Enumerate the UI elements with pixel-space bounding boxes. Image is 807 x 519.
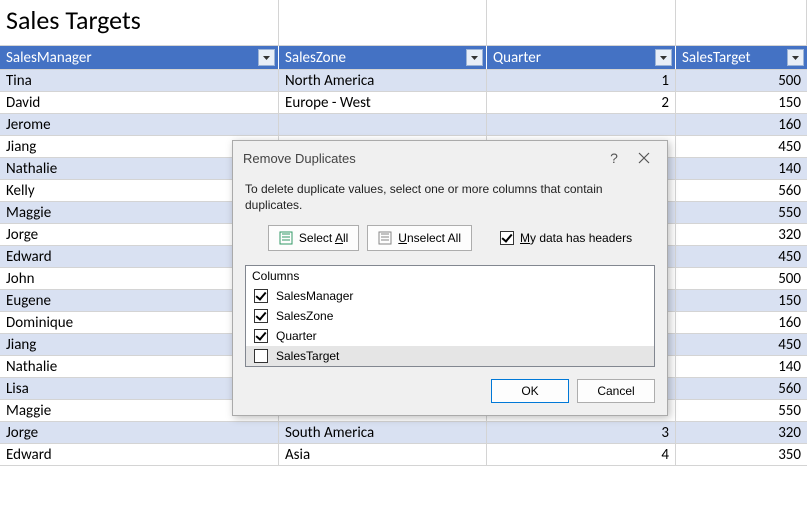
column-label: Quarter xyxy=(276,329,317,343)
dialog-titlebar[interactable]: Remove Duplicates ? xyxy=(233,141,667,175)
cell[interactable]: Tina xyxy=(0,70,279,91)
dialog-toolbar: Select All Unselect All My data has head… xyxy=(245,225,655,251)
cell[interactable]: 140 xyxy=(676,158,807,179)
headers-checkbox-label[interactable]: My data has headers xyxy=(500,231,632,245)
column-checkbox[interactable] xyxy=(254,349,268,363)
page-title: Sales Targets xyxy=(0,0,279,45)
cell[interactable]: 550 xyxy=(676,202,807,223)
cell[interactable]: 3 xyxy=(487,422,676,443)
filter-dropdown-salesmanager[interactable] xyxy=(258,49,275,66)
cell[interactable] xyxy=(279,114,487,135)
remove-duplicates-dialog: Remove Duplicates ? To delete duplicate … xyxy=(232,140,668,416)
column-checkbox[interactable] xyxy=(254,309,268,323)
cell[interactable]: 140 xyxy=(676,356,807,377)
column-checkbox[interactable] xyxy=(254,289,268,303)
header-salestarget: SalesTarget xyxy=(676,46,807,69)
unselect-all-icon xyxy=(378,231,392,245)
cell[interactable]: 450 xyxy=(676,246,807,267)
cell[interactable]: Jorge xyxy=(0,422,279,443)
cell[interactable]: 150 xyxy=(676,290,807,311)
header-quarter: Quarter xyxy=(487,46,676,69)
table-header-row: SalesManager SalesZone Quarter SalesTarg… xyxy=(0,46,807,70)
ok-button[interactable]: OK xyxy=(491,379,569,403)
cell[interactable]: 560 xyxy=(676,180,807,201)
header-saleszone: SalesZone xyxy=(279,46,487,69)
cell[interactable]: Jerome xyxy=(0,114,279,135)
cell[interactable]: 450 xyxy=(676,136,807,157)
cell[interactable]: Europe - West xyxy=(279,92,487,113)
table-row[interactable]: TinaNorth America1500 xyxy=(0,70,807,92)
cell[interactable] xyxy=(487,114,676,135)
cell[interactable]: 1 xyxy=(487,70,676,91)
select-all-icon xyxy=(279,231,293,245)
cell[interactable]: 500 xyxy=(676,70,807,91)
column-item[interactable]: SalesManager xyxy=(246,286,654,306)
filter-dropdown-saleszone[interactable] xyxy=(466,49,483,66)
dialog-footer: OK Cancel xyxy=(233,379,667,415)
cell[interactable]: 4 xyxy=(487,444,676,465)
column-item[interactable]: SalesZone xyxy=(246,306,654,326)
cell[interactable]: South America xyxy=(279,422,487,443)
unselect-all-button[interactable]: Unselect All xyxy=(367,225,472,251)
cancel-button[interactable]: Cancel xyxy=(577,379,655,403)
column-label: SalesTarget xyxy=(276,349,339,363)
dialog-title-text: Remove Duplicates xyxy=(243,151,599,166)
table-row[interactable]: Jerome 160 xyxy=(0,114,807,136)
dialog-description: To delete duplicate values, select one o… xyxy=(245,181,655,213)
cell[interactable]: 2 xyxy=(487,92,676,113)
filter-dropdown-salestarget[interactable] xyxy=(787,49,804,66)
table-row[interactable]: JorgeSouth America3320 xyxy=(0,422,807,444)
cell[interactable]: 320 xyxy=(676,224,807,245)
column-checkbox[interactable] xyxy=(254,329,268,343)
cell[interactable]: 560 xyxy=(676,378,807,399)
headers-checkbox[interactable] xyxy=(500,231,514,245)
cell[interactable]: 550 xyxy=(676,400,807,421)
cell[interactable]: Edward xyxy=(0,444,279,465)
cell[interactable]: 500 xyxy=(676,268,807,289)
close-button[interactable] xyxy=(629,146,659,170)
cell[interactable]: 350 xyxy=(676,444,807,465)
help-button[interactable]: ? xyxy=(599,146,629,170)
column-label: SalesManager xyxy=(276,289,353,303)
columns-listbox: Columns SalesManager SalesZone Quarter Sale… xyxy=(245,265,655,367)
title-row: Sales Targets xyxy=(0,0,807,46)
filter-dropdown-quarter[interactable] xyxy=(655,49,672,66)
cell[interactable]: David xyxy=(0,92,279,113)
column-label: SalesZone xyxy=(276,309,333,323)
cell[interactable]: 450 xyxy=(676,334,807,355)
cell[interactable]: 160 xyxy=(676,114,807,135)
cell[interactable]: 150 xyxy=(676,92,807,113)
column-item[interactable]: Quarter xyxy=(246,326,654,346)
cell[interactable]: 160 xyxy=(676,312,807,333)
columns-header: Columns xyxy=(246,266,654,286)
cell[interactable]: North America xyxy=(279,70,487,91)
header-salesmanager: SalesManager xyxy=(0,46,279,69)
table-row[interactable]: EdwardAsia4350 xyxy=(0,444,807,466)
select-all-button[interactable]: Select All xyxy=(268,225,359,251)
table-row[interactable]: DavidEurope - West2150 xyxy=(0,92,807,114)
column-item[interactable]: SalesTarget xyxy=(246,346,654,366)
cell[interactable]: 320 xyxy=(676,422,807,443)
cell[interactable]: Asia xyxy=(279,444,487,465)
